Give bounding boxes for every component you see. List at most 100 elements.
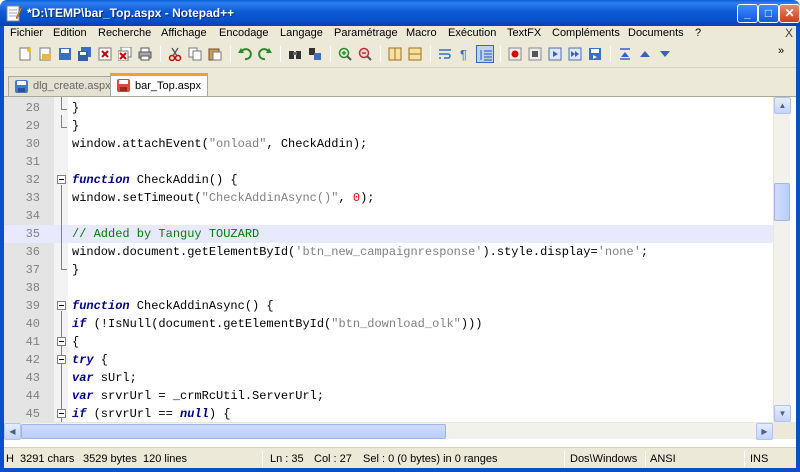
redo-icon[interactable] (256, 45, 274, 63)
fold-line (61, 185, 62, 269)
scrollbar-corner (773, 422, 796, 439)
sync-h-icon[interactable] (406, 45, 424, 63)
cut-icon[interactable] (166, 45, 184, 63)
paste-icon[interactable] (206, 45, 224, 63)
menu-affichage[interactable]: Affichage (161, 27, 207, 39)
status-chars: 3291 chars (20, 453, 75, 465)
svg-text:¶: ¶ (460, 47, 467, 61)
menu-encodage[interactable]: Encodage (219, 27, 269, 39)
fold-toggle-icon[interactable] (57, 409, 66, 418)
code-line: 30 window.attachEvent("onload", CheckAddi… (4, 135, 773, 153)
code-text: function CheckAddinAsync() { (72, 299, 274, 313)
replace-icon[interactable] (306, 45, 324, 63)
maximize-button[interactable]: □ (758, 4, 779, 23)
vertical-scrollbar[interactable]: ▲ ▼ (773, 97, 791, 422)
sync-v-icon[interactable] (386, 45, 404, 63)
undo-icon[interactable] (236, 45, 254, 63)
toolbar-separator (280, 46, 281, 62)
code-text: window.attachEvent("onload", CheckAddin)… (72, 137, 368, 151)
scroll-right-arrow-icon[interactable]: ▶ (756, 423, 773, 440)
fold-toggle-icon[interactable] (57, 175, 66, 184)
code-line: 38 (4, 279, 773, 297)
toolbar-separator (160, 46, 161, 62)
status-line-number: Ln : 35 (270, 453, 304, 465)
zoom-out-icon[interactable] (356, 45, 374, 63)
save-icon[interactable] (56, 45, 74, 63)
save-all-icon[interactable] (76, 45, 94, 63)
record-macro-icon[interactable] (506, 45, 524, 63)
close-window-button[interactable]: ✕ (779, 4, 800, 23)
code-editor[interactable]: 28} 29} 30 window.attachEvent("onload", C… (4, 97, 773, 422)
find-icon[interactable] (286, 45, 304, 63)
tab-dlg-create[interactable]: dlg_create.aspx (8, 76, 111, 96)
word-wrap-icon[interactable] (436, 45, 454, 63)
fold-end-marker (61, 127, 67, 128)
toolbar-separator (430, 46, 431, 62)
close-icon[interactable] (96, 45, 114, 63)
menu-parametrage[interactable]: Paramétrage (334, 27, 398, 39)
zoom-in-icon[interactable] (336, 45, 354, 63)
collapse-icon[interactable] (616, 45, 634, 63)
code-text: } (72, 263, 80, 277)
toolbar-separator (330, 46, 331, 62)
new-file-icon[interactable] (16, 45, 34, 63)
play-macro-icon[interactable] (546, 45, 564, 63)
menu-documents[interactable]: Documents (628, 27, 684, 39)
menu-execution[interactable]: Exécution (448, 27, 496, 39)
toolbar-separator (380, 46, 381, 62)
tab-bar-top[interactable]: bar_Top.aspx (110, 73, 208, 97)
scroll-down-arrow-icon[interactable]: ▼ (774, 405, 791, 422)
code-line: 40 if (!IsNull(document.getElementById("b… (4, 315, 773, 333)
down-icon[interactable] (656, 45, 674, 63)
fold-end-marker (61, 109, 67, 110)
line-number: 37 (25, 263, 40, 277)
fold-toggle-icon[interactable] (57, 301, 66, 310)
horizontal-scrollbar[interactable]: ◀ ▶ (4, 422, 773, 440)
fold-toggle-icon[interactable] (57, 337, 66, 346)
menu-langage[interactable]: Langage (280, 27, 323, 39)
line-number: 43 (25, 371, 40, 385)
show-all-chars-icon[interactable]: ¶ (456, 45, 474, 63)
status-encoding: ANSI (650, 453, 676, 465)
line-number: 41 (25, 335, 40, 349)
code-text: var sUrl; (72, 371, 137, 385)
code-text: window.document.getElementById('btn_new_… (72, 245, 649, 259)
status-eol-format: Dos\Windows (570, 453, 638, 465)
code-text: function CheckAddin() { (72, 173, 238, 187)
stop-macro-icon[interactable] (526, 45, 544, 63)
menu-edition[interactable]: Edition (53, 27, 87, 39)
line-number: 45 (25, 407, 40, 421)
scroll-up-arrow-icon[interactable]: ▲ (774, 97, 791, 114)
menu-recherche[interactable]: Recherche (98, 27, 151, 39)
open-file-icon[interactable] (36, 45, 54, 63)
menu-textfx[interactable]: TextFX (507, 27, 541, 39)
code-line-current: 35 // Added by Tanguy TOUZARD (4, 225, 773, 243)
saved-file-icon (15, 80, 28, 93)
close-document-button[interactable]: X (785, 26, 793, 40)
save-macro-icon[interactable] (586, 45, 604, 63)
line-number: 30 (25, 137, 40, 151)
copy-icon[interactable] (186, 45, 204, 63)
code-line: 39 function CheckAddinAsync() { (4, 297, 773, 315)
toolbar-overflow-icon[interactable]: » (776, 45, 794, 63)
minimize-button[interactable]: _ (737, 4, 758, 23)
menu-complements[interactable]: Compléments (552, 27, 620, 39)
horizontal-scroll-thumb[interactable] (21, 424, 446, 439)
scroll-left-arrow-icon[interactable]: ◀ (4, 423, 21, 440)
up-icon[interactable] (636, 45, 654, 63)
run-macro-multiple-icon[interactable] (566, 45, 584, 63)
toolbar-separator (500, 46, 501, 62)
window-title: *D:\TEMP\bar_Top.aspx - Notepad++ (27, 6, 235, 20)
vertical-scroll-thumb[interactable] (774, 183, 790, 221)
close-all-icon[interactable] (116, 45, 134, 63)
toolbar-separator (230, 46, 231, 62)
menu-macro[interactable]: Macro (406, 27, 437, 39)
notepadpp-app-icon (6, 5, 22, 22)
line-number: 39 (25, 299, 40, 313)
menu-fichier[interactable]: Fichier (10, 27, 43, 39)
status-lines: 120 lines (143, 453, 188, 465)
print-icon[interactable] (136, 45, 154, 63)
indent-guide-icon[interactable] (476, 45, 494, 63)
menu-help[interactable]: ? (695, 27, 701, 39)
fold-toggle-icon[interactable] (57, 355, 66, 364)
